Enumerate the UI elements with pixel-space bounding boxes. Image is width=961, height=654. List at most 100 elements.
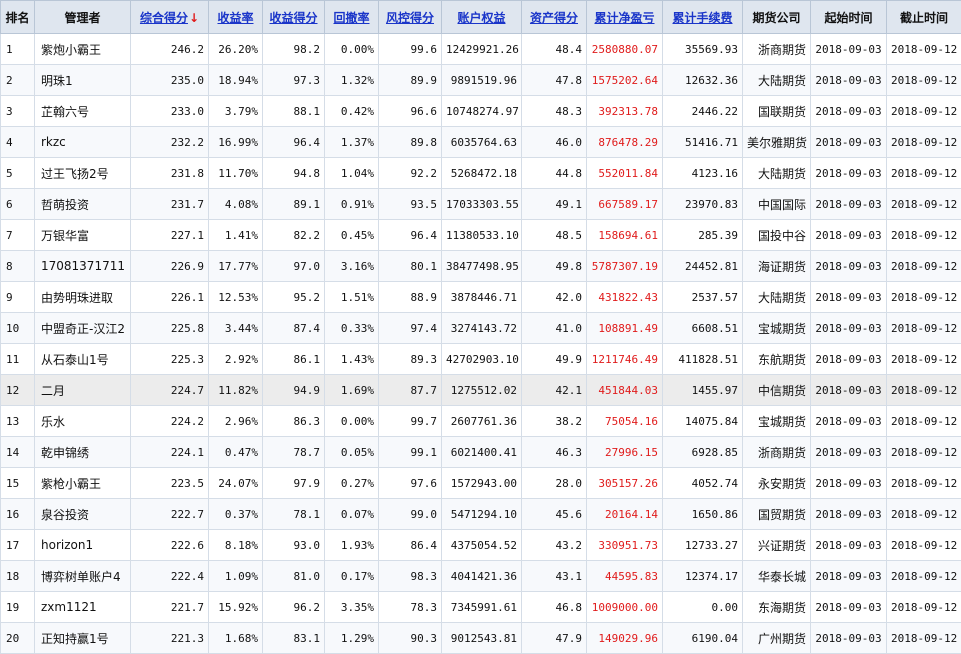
table-row[interactable]: 17horizon1222.68.18%93.01.93%86.44375054…: [1, 530, 961, 561]
cell-return-score: 97.3: [263, 65, 325, 96]
cell-start-time: 2018-09-03: [811, 158, 887, 189]
cell-manager: zxm1121: [35, 592, 131, 623]
table-row[interactable]: 7万银华富227.11.41%82.20.45%96.411380533.104…: [1, 220, 961, 251]
cell-risk-score: 89.9: [379, 65, 442, 96]
cell-company: 中国国际: [743, 189, 811, 220]
cell-drawdown-rate: 1.51%: [325, 282, 379, 313]
table-row[interactable]: 817081371711226.917.77%97.03.16%80.13847…: [1, 251, 961, 282]
header-sort-equity[interactable]: 账户权益: [442, 1, 522, 34]
cell-rank: 10: [1, 313, 35, 344]
cell-fees: 35569.93: [663, 34, 743, 65]
cell-total-score: 221.3: [131, 623, 209, 654]
cell-drawdown-rate: 1.37%: [325, 127, 379, 158]
cell-fees: 1455.97: [663, 375, 743, 406]
table-row[interactable]: 16泉谷投资222.70.37%78.10.07%99.05471294.104…: [1, 499, 961, 530]
header-sort-net-pnl[interactable]: 累计净盈亏: [587, 1, 663, 34]
table-row[interactable]: 19zxm1121221.715.92%96.23.35%78.37345991…: [1, 592, 961, 623]
table-row[interactable]: 15紫枪小霸王223.524.07%97.90.27%97.61572943.0…: [1, 468, 961, 499]
cell-company: 东航期货: [743, 344, 811, 375]
cell-total-score: 226.9: [131, 251, 209, 282]
cell-end-time: 2018-09-12: [887, 344, 961, 375]
cell-risk-score: 89.8: [379, 127, 442, 158]
cell-total-score: 246.2: [131, 34, 209, 65]
cell-start-time: 2018-09-03: [811, 375, 887, 406]
cell-risk-score: 99.7: [379, 406, 442, 437]
cell-drawdown-rate: 3.16%: [325, 251, 379, 282]
cell-drawdown-rate: 1.29%: [325, 623, 379, 654]
cell-company: 宝城期货: [743, 313, 811, 344]
cell-risk-score: 90.3: [379, 623, 442, 654]
cell-fees: 6608.51: [663, 313, 743, 344]
cell-rank: 2: [1, 65, 35, 96]
cell-drawdown-rate: 3.35%: [325, 592, 379, 623]
table-row[interactable]: 11从石泰山1号225.32.92%86.11.43%89.342702903.…: [1, 344, 961, 375]
table-row[interactable]: 18博弈树单账户4222.41.09%81.00.17%98.34041421.…: [1, 561, 961, 592]
cell-end-time: 2018-09-12: [887, 189, 961, 220]
cell-end-time: 2018-09-12: [887, 499, 961, 530]
cell-equity: 42702903.10: [442, 344, 522, 375]
cell-fees: 14075.84: [663, 406, 743, 437]
cell-total-score: 222.6: [131, 530, 209, 561]
cell-manager: 紫枪小霸王: [35, 468, 131, 499]
table-row[interactable]: 5过王飞扬2号231.811.70%94.81.04%92.25268472.1…: [1, 158, 961, 189]
header-sort-fees[interactable]: 累计手续费: [663, 1, 743, 34]
cell-fees: 1650.86: [663, 499, 743, 530]
cell-fees: 6190.04: [663, 623, 743, 654]
cell-equity: 17033303.55: [442, 189, 522, 220]
cell-equity: 1275512.02: [442, 375, 522, 406]
header-sort-asset-score[interactable]: 资产得分: [522, 1, 587, 34]
cell-total-score: 226.1: [131, 282, 209, 313]
table-row[interactable]: 4rkzc232.216.99%96.41.37%89.86035764.634…: [1, 127, 961, 158]
cell-drawdown-rate: 0.00%: [325, 34, 379, 65]
header-sort-risk-score[interactable]: 风控得分: [379, 1, 442, 34]
table-row[interactable]: 20正知持赢1号221.31.68%83.11.29%90.39012543.8…: [1, 623, 961, 654]
cell-total-score: 224.2: [131, 406, 209, 437]
cell-total-score: 224.1: [131, 437, 209, 468]
cell-asset-score: 48.3: [522, 96, 587, 127]
cell-drawdown-rate: 0.33%: [325, 313, 379, 344]
cell-asset-score: 48.4: [522, 34, 587, 65]
cell-drawdown-rate: 0.00%: [325, 406, 379, 437]
cell-company: 国联期货: [743, 96, 811, 127]
header-rank: 排名: [1, 1, 35, 34]
table-row[interactable]: 13乐水224.22.96%86.30.00%99.72607761.3638.…: [1, 406, 961, 437]
cell-risk-score: 99.1: [379, 437, 442, 468]
table-row[interactable]: 9由势明珠进取226.112.53%95.21.51%88.93878446.7…: [1, 282, 961, 313]
cell-asset-score: 49.8: [522, 251, 587, 282]
table-row[interactable]: 14乾申锦绣224.10.47%78.70.05%99.16021400.414…: [1, 437, 961, 468]
cell-risk-score: 86.4: [379, 530, 442, 561]
cell-risk-score: 99.6: [379, 34, 442, 65]
table-row[interactable]: 10中盟奇正-汉江2225.83.44%87.40.33%97.43274143…: [1, 313, 961, 344]
cell-return-score: 78.1: [263, 499, 325, 530]
cell-start-time: 2018-09-03: [811, 344, 887, 375]
cell-drawdown-rate: 1.32%: [325, 65, 379, 96]
cell-return-score: 95.2: [263, 282, 325, 313]
cell-rank: 3: [1, 96, 35, 127]
cell-rank: 6: [1, 189, 35, 220]
cell-return-rate: 0.47%: [209, 437, 263, 468]
table-row[interactable]: 1紫炮小霸王246.226.20%98.20.00%99.612429921.2…: [1, 34, 961, 65]
table-row[interactable]: 12二月224.711.82%94.91.69%87.71275512.0242…: [1, 375, 961, 406]
cell-manager: 泉谷投资: [35, 499, 131, 530]
cell-net-pnl: 876478.29: [587, 127, 663, 158]
cell-equity: 5471294.10: [442, 499, 522, 530]
cell-start-time: 2018-09-03: [811, 34, 887, 65]
cell-asset-score: 47.8: [522, 65, 587, 96]
header-sort-return-score[interactable]: 收益得分: [263, 1, 325, 34]
cell-start-time: 2018-09-03: [811, 468, 887, 499]
table-row[interactable]: 3芷翰六号233.03.79%88.10.42%96.610748274.974…: [1, 96, 961, 127]
header-sort-return-rate[interactable]: 收益率: [209, 1, 263, 34]
cell-net-pnl: 5787307.19: [587, 251, 663, 282]
header-sort-total-score[interactable]: 综合得分↓: [131, 1, 209, 34]
cell-equity: 4375054.52: [442, 530, 522, 561]
cell-end-time: 2018-09-12: [887, 127, 961, 158]
table-row[interactable]: 2明珠1235.018.94%97.31.32%89.99891519.9647…: [1, 65, 961, 96]
cell-return-rate: 16.99%: [209, 127, 263, 158]
cell-equity: 38477498.95: [442, 251, 522, 282]
table-row[interactable]: 6哲萌投资231.74.08%89.10.91%93.517033303.554…: [1, 189, 961, 220]
header-sort-drawdown-rate[interactable]: 回撤率: [325, 1, 379, 34]
cell-end-time: 2018-09-12: [887, 158, 961, 189]
cell-equity: 1572943.00: [442, 468, 522, 499]
cell-return-rate: 1.09%: [209, 561, 263, 592]
cell-asset-score: 46.0: [522, 127, 587, 158]
